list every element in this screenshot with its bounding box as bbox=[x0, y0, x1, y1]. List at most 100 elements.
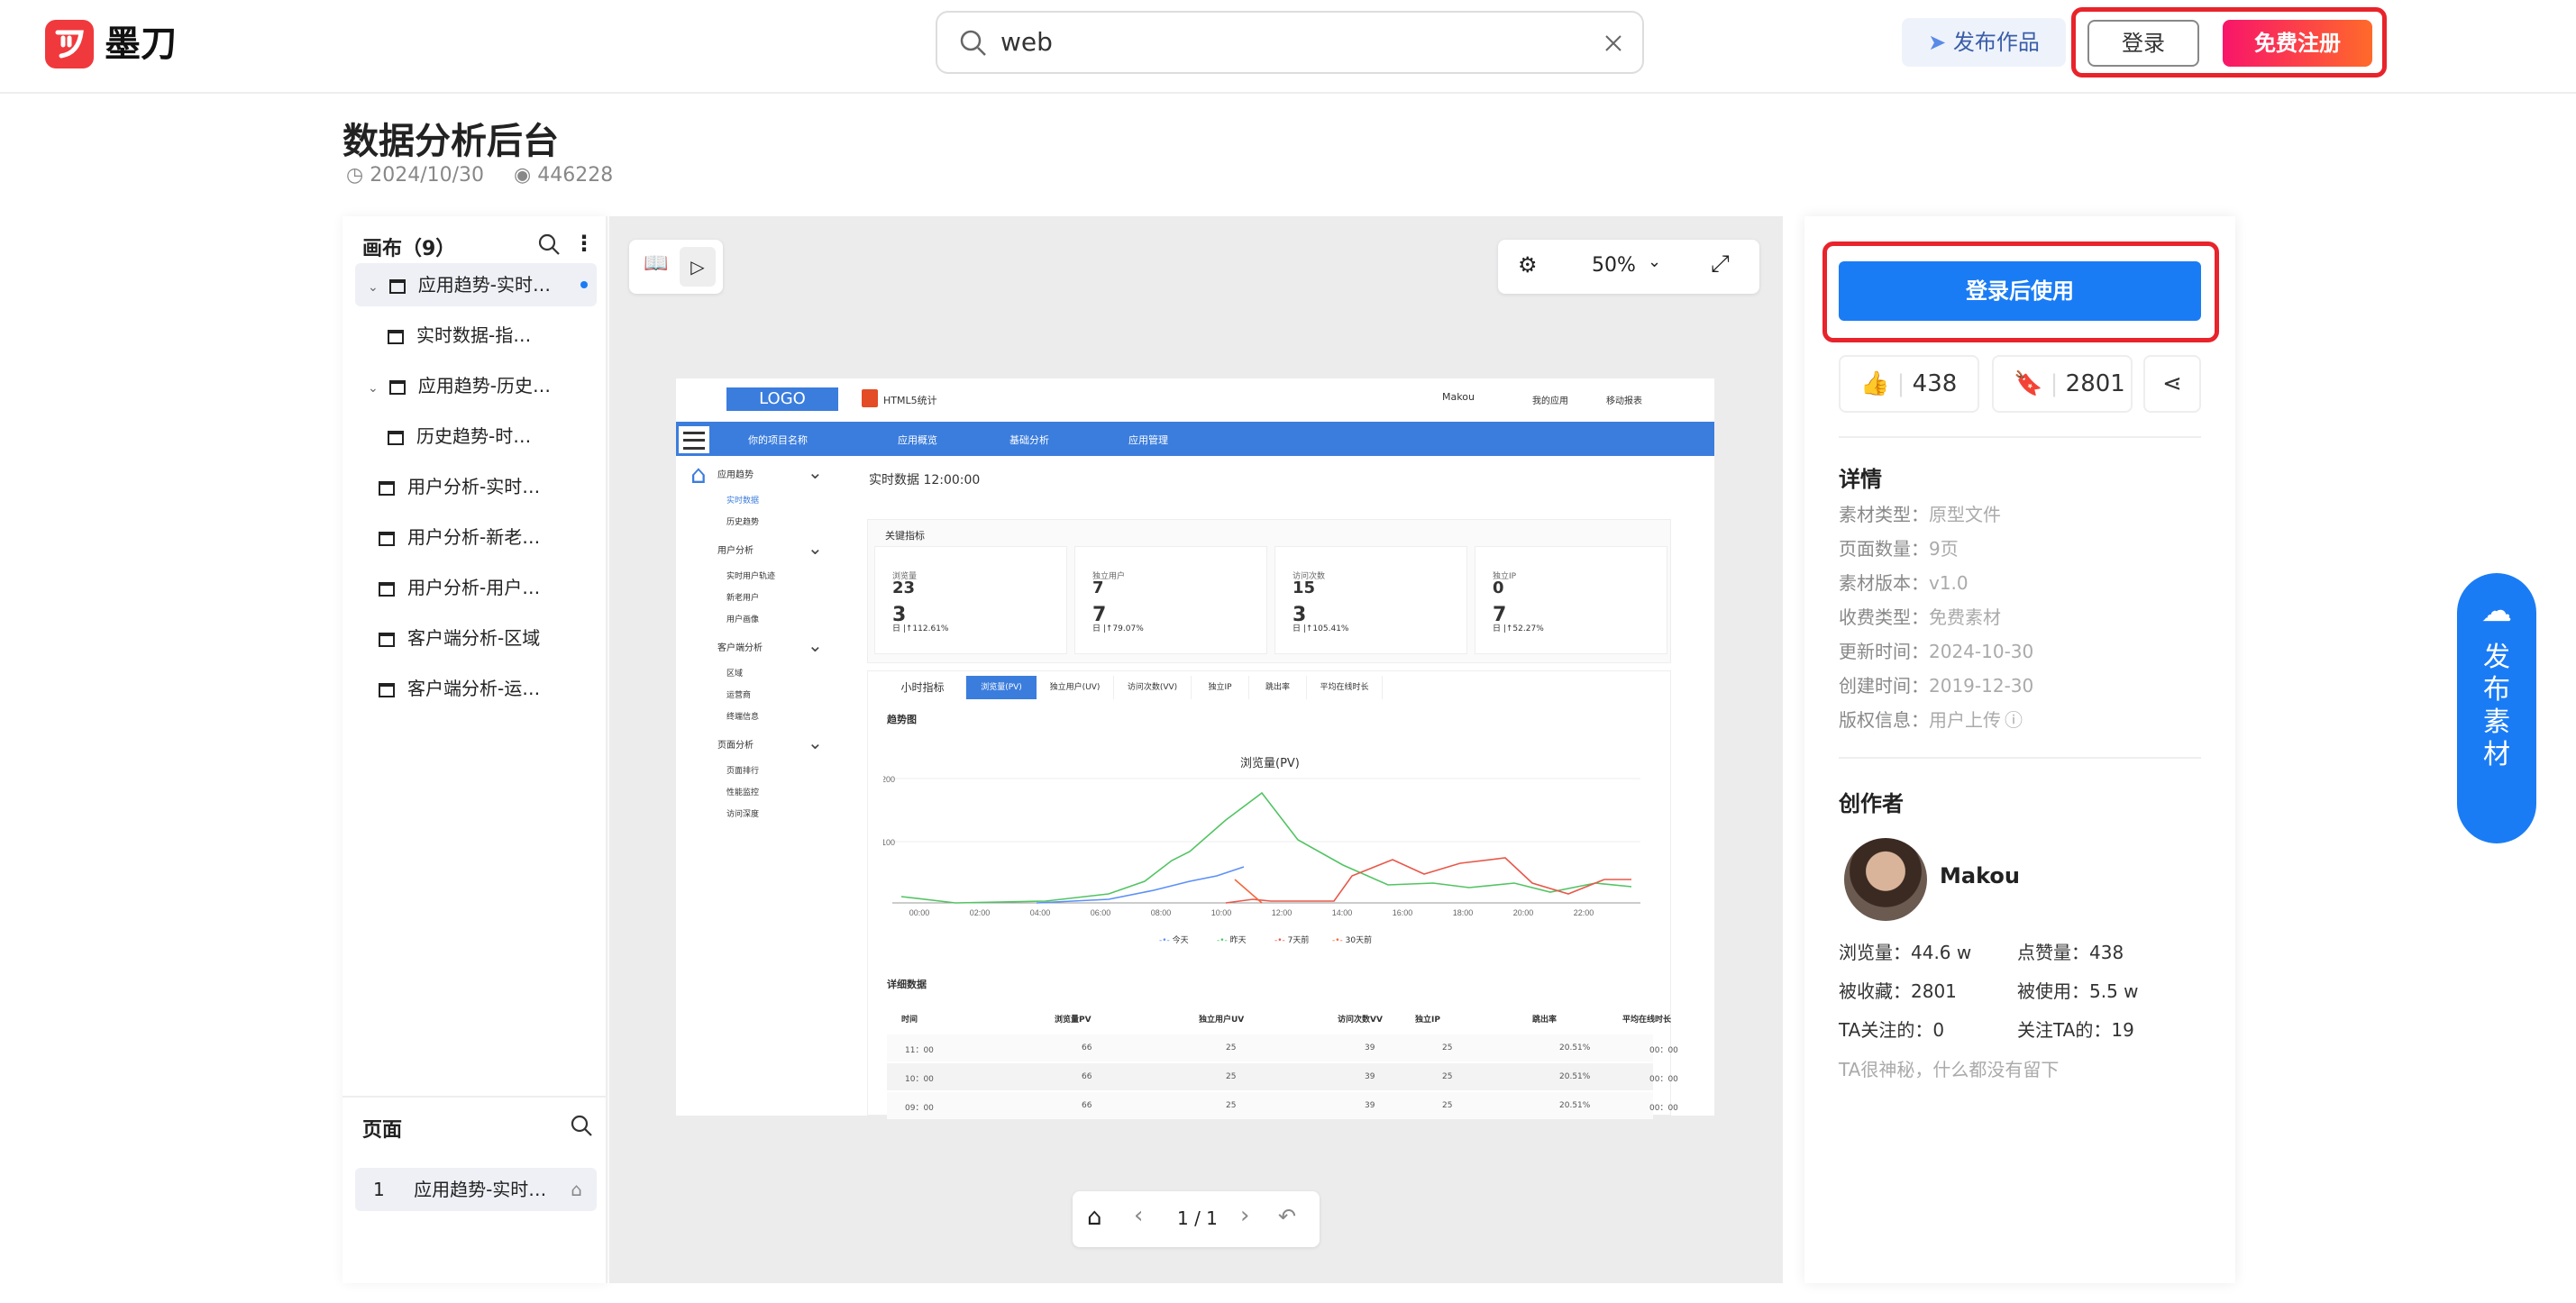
legend-swatch: -•- bbox=[1159, 936, 1173, 945]
metric-tab[interactable]: 小时指标 bbox=[880, 676, 966, 699]
mock-realtime: 实时数据 12:00:00 bbox=[869, 473, 981, 487]
register-button[interactable]: 免费注册 bbox=[2223, 20, 2372, 67]
y-tick-label: 100 bbox=[883, 838, 895, 847]
thumbs-up-icon: 👍 bbox=[1860, 370, 1890, 397]
table-cell: 10：00 bbox=[905, 1075, 934, 1084]
next-page-icon[interactable]: › bbox=[1240, 1202, 1249, 1229]
detail-key: 素材类型： bbox=[1839, 504, 1929, 525]
search-box[interactable]: web bbox=[936, 11, 1644, 74]
publish-material-char: 布 bbox=[2483, 674, 2510, 706]
chevron-down-icon[interactable]: ⌄ bbox=[1648, 252, 1661, 271]
logo-text[interactable]: 墨刀 bbox=[105, 20, 177, 68]
zoom-select[interactable]: 50% bbox=[1592, 254, 1636, 277]
search-icon[interactable] bbox=[537, 232, 561, 256]
chevron-down-icon[interactable]: ⌄ bbox=[368, 381, 379, 396]
prev-page-icon[interactable]: ‹ bbox=[1134, 1202, 1143, 1229]
followers-stat[interactable]: 关注TA的：19 bbox=[2017, 1011, 2134, 1050]
series-line bbox=[1225, 857, 1631, 904]
share-button[interactable]: ⋖ bbox=[2143, 355, 2201, 413]
detail-row: 素材类型：原型文件 bbox=[1839, 497, 2199, 532]
tree-item[interactable]: 客户端分析-区域 bbox=[355, 616, 597, 660]
more-icon[interactable]: ⋮ bbox=[573, 231, 595, 256]
chevron-down-icon[interactable]: ⌄ bbox=[368, 280, 379, 295]
login-to-use-button[interactable]: 登录后使用 bbox=[1839, 261, 2201, 321]
tree-item-label: 客户端分析-区域 bbox=[407, 627, 541, 649]
avatar[interactable] bbox=[1844, 838, 1927, 921]
search-input[interactable]: web bbox=[1000, 13, 1053, 72]
detail-row: 素材版本：v1.0 bbox=[1839, 566, 2199, 600]
legend-label: 30天前 bbox=[1345, 936, 1373, 945]
page-number: 1 bbox=[373, 1179, 385, 1200]
trend-chart: 200 100 00:00 02:00 04:00 06:00 08:00 10:00 12:0… bbox=[883, 775, 1640, 917]
table-cell: 25 bbox=[1226, 1101, 1237, 1110]
metric-tab[interactable]: 访问次数(VV) bbox=[1114, 676, 1192, 699]
table-header: 平均在线时长 bbox=[1622, 1016, 1672, 1025]
x-tick-label: 22:00 bbox=[1574, 908, 1594, 917]
tree-item[interactable]: 历史趋势-时… bbox=[355, 415, 597, 458]
favorites-stat: 被收藏：2801 bbox=[1839, 980, 1957, 1002]
tree-item[interactable]: 用户分析-新老… bbox=[355, 515, 597, 559]
table-cell: 39 bbox=[1365, 1043, 1375, 1052]
clear-search-icon[interactable] bbox=[1604, 34, 1622, 52]
help-icon[interactable]: ⓘ bbox=[2005, 709, 2023, 731]
metric-tab[interactable]: 独立用户(UV) bbox=[1037, 676, 1114, 699]
kpi-box bbox=[874, 546, 1067, 654]
undo-icon[interactable]: ↶ bbox=[1278, 1204, 1296, 1229]
page-icon bbox=[379, 632, 395, 647]
kpi-box bbox=[1274, 546, 1467, 654]
login-button[interactable]: 登录 bbox=[2087, 20, 2199, 67]
kpi-percent: 日 |↑105.41% bbox=[1293, 624, 1349, 633]
table-cell: 39 bbox=[1365, 1101, 1375, 1110]
x-tick-label: 18:00 bbox=[1453, 908, 1474, 917]
mock-sidebar-item: 新老用户 bbox=[726, 594, 760, 603]
tree-item[interactable]: 用户分析-实时… bbox=[355, 465, 597, 508]
y-tick-label: 200 bbox=[883, 775, 895, 784]
like-button[interactable]: 👍 | 438 bbox=[1839, 355, 1979, 413]
publish-work-button[interactable]: ➤ 发布作品 bbox=[1902, 18, 2066, 67]
page-icon bbox=[388, 379, 406, 395]
left-panel: 画布（9） ⋮ ⌄ 应用趋势-实时… 实时数据-指… ⌄ 应用趋势-历史… 历史趋势-时…… bbox=[343, 216, 607, 1283]
cloud-upload-icon: ☁ bbox=[2481, 593, 2512, 629]
tree-item[interactable]: 实时数据-指… bbox=[355, 314, 597, 357]
tree-item-label: 客户端分析-运… bbox=[407, 678, 541, 699]
tree-item-label: 用户分析-用户… bbox=[407, 577, 541, 598]
likes-stat: 点赞量：438 bbox=[2017, 942, 2124, 963]
detail-value: 9页 bbox=[1929, 538, 1959, 560]
table-header: 跳出率 bbox=[1532, 1016, 1557, 1025]
mock-sidebar-item: 访问深度 bbox=[726, 810, 760, 819]
publish-label: 发布作品 bbox=[1952, 30, 2040, 55]
like-count: 438 bbox=[1912, 370, 1958, 397]
publish-material-button[interactable]: ☁ 发布素材 bbox=[2457, 573, 2536, 843]
metric-tab[interactable]: 平均在线时长 bbox=[1307, 676, 1383, 699]
creator-bio: TA很神秘，什么都没有留下 bbox=[1839, 1059, 2060, 1080]
tree-item[interactable]: ⌄ 应用趋势-实时… bbox=[355, 263, 597, 306]
mock-sidebar-item: 应用趋势 bbox=[717, 470, 754, 480]
search-icon[interactable] bbox=[570, 1114, 593, 1137]
table-cell: 66 bbox=[1082, 1072, 1092, 1081]
x-tick-label: 14:00 bbox=[1332, 908, 1353, 917]
tree-item[interactable]: 用户分析-用户… bbox=[355, 566, 597, 609]
table-cell: 25 bbox=[1442, 1043, 1453, 1052]
sliders-icon[interactable]: ⚙ bbox=[1518, 252, 1538, 278]
detail-row: 更新时间：2024-10-30 bbox=[1839, 634, 2199, 669]
tree-item[interactable]: ⌄ 应用趋势-历史… bbox=[355, 364, 597, 407]
logo-icon[interactable] bbox=[45, 20, 94, 68]
table-cell: 25 bbox=[1442, 1072, 1453, 1081]
x-tick-label: 08:00 bbox=[1151, 908, 1172, 917]
page-list-item[interactable]: 1 应用趋势-实时… ⌂ bbox=[355, 1168, 597, 1211]
play-icon[interactable]: ▷ bbox=[680, 247, 716, 287]
metric-tab[interactable]: 跳出率 bbox=[1249, 676, 1307, 699]
creator-name[interactable]: Makou bbox=[1940, 863, 2020, 888]
home-icon[interactable]: ⌂ bbox=[1087, 1204, 1102, 1231]
table-header: 访问次数VV bbox=[1338, 1016, 1383, 1025]
legend-label: 今天 bbox=[1172, 936, 1189, 945]
favorite-button[interactable]: 🔖 | 2801 bbox=[1992, 355, 2133, 413]
book-icon[interactable]: 📖 bbox=[644, 252, 668, 275]
mock-nav-item: 应用概览 bbox=[898, 434, 937, 446]
metric-tab[interactable]: 独立IP bbox=[1192, 676, 1249, 699]
fullscreen-icon[interactable]: ⤢ bbox=[1711, 251, 1730, 278]
metric-tab[interactable]: 浏览量(PV) bbox=[966, 676, 1037, 699]
following-stat[interactable]: TA关注的：0 bbox=[1839, 1011, 1944, 1050]
tree-item[interactable]: 客户端分析-运… bbox=[355, 667, 597, 710]
legend-swatch: -•- bbox=[1274, 936, 1288, 945]
